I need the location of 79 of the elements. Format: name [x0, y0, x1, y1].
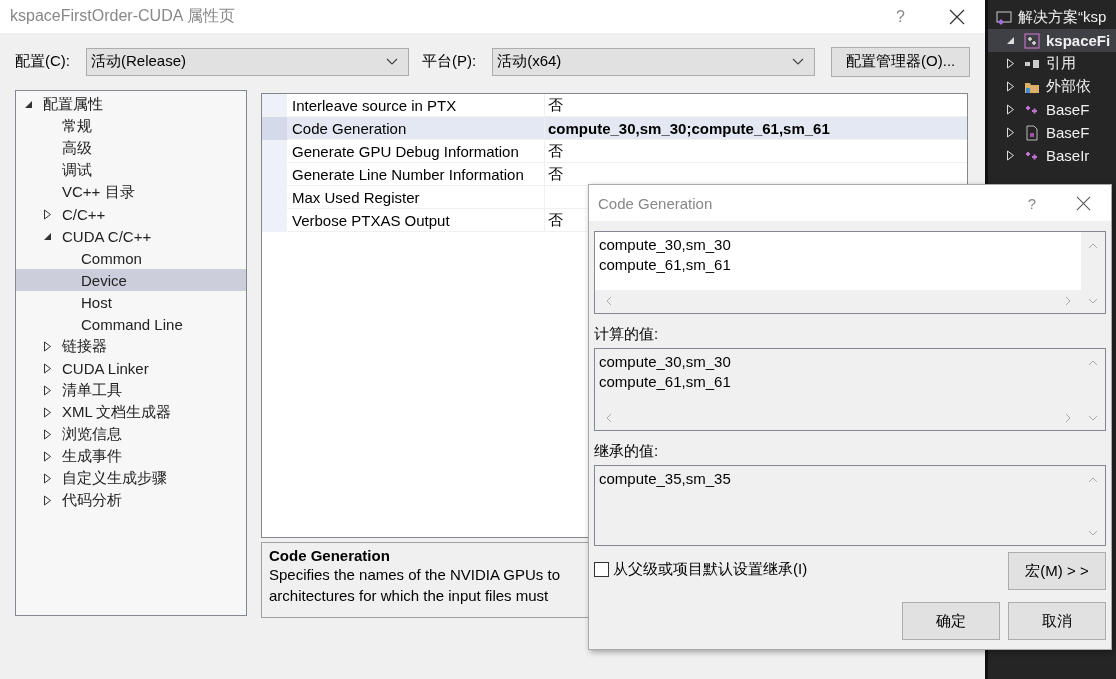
solution-item[interactable]: 外部依 [988, 75, 1116, 98]
description-title: Code Generation [269, 547, 391, 564]
solution-item[interactable]: 解决方案“ksp [988, 6, 1116, 29]
tree-item[interactable]: Common [16, 247, 246, 269]
tree-item[interactable]: 配置属性 [16, 93, 246, 115]
ok-button[interactable]: 确定 [902, 602, 1000, 640]
property-row[interactable]: Generate GPU Debug Information 否 [262, 140, 967, 163]
expanded-arrow-icon[interactable] [1005, 36, 1015, 45]
project-icon [1024, 32, 1040, 49]
property-name: Interleave source in PTX [287, 93, 545, 117]
platform-dropdown[interactable]: 活动(x64) [492, 47, 816, 76]
field-text: compute_35,sm_35 [598, 469, 732, 489]
property-name: Max Used Register [287, 185, 545, 209]
file-icon [1024, 124, 1040, 141]
tree-item[interactable]: VC++ 目录 [16, 181, 246, 203]
chevron-icon [792, 57, 805, 66]
property-name: Generate Line Number Information [287, 162, 545, 186]
dialog-title: Code Generation [598, 194, 714, 212]
help-button[interactable]: ? [896, 7, 905, 26]
config-label: 配置(C): [15, 52, 70, 71]
tree-item[interactable]: CUDA Linker [16, 357, 246, 379]
description-text: Specifies the names of the NVIDIA GPUs to architectures for which the input files must [269, 565, 561, 606]
macro-button[interactable]: 宏(M) > > [1008, 552, 1106, 590]
tree-item[interactable]: 链接器 [16, 335, 246, 357]
close-icon[interactable] [949, 8, 965, 25]
collapsed-arrow-icon[interactable] [43, 450, 52, 462]
tree-item[interactable]: 清单工具 [16, 379, 246, 401]
tree-item[interactable]: C/C++ [16, 203, 246, 225]
checkbox[interactable] [594, 562, 609, 577]
property-name: Generate GPU Debug Information [287, 139, 545, 163]
solution-item[interactable]: 引用 [988, 52, 1116, 75]
collapsed-arrow-icon[interactable] [43, 428, 52, 440]
tree-item[interactable]: Host [16, 291, 246, 313]
solution-item[interactable]: BaseIr [988, 144, 1116, 167]
collapsed-arrow-icon[interactable] [43, 362, 52, 374]
collapsed-arrow-icon[interactable] [43, 340, 52, 352]
tree-item[interactable]: 常规 [16, 115, 246, 137]
solution-icon [996, 9, 1012, 26]
property-name: Code Generation [287, 116, 545, 140]
checkbox-label[interactable]: 从父级或项目默认设置继承(I) [613, 560, 808, 579]
tree-item[interactable]: 调试 [16, 159, 246, 181]
property-value: 否 [547, 141, 563, 161]
property-name: Verbose PTXAS Output [287, 208, 545, 232]
field-text: compute_30,sm_30 compute_61,sm_61 [595, 232, 1081, 290]
expanded-arrow-icon[interactable] [24, 99, 33, 109]
tree-item[interactable]: 高级 [16, 137, 246, 159]
chevron-icon [386, 57, 398, 66]
property-value: 否 [547, 95, 563, 115]
platform-label: 平台(P): [422, 52, 477, 71]
close-icon[interactable] [1076, 195, 1091, 211]
property-value: 否 [547, 164, 563, 184]
property-row[interactable]: Code Generation compute_30,sm_30;compute_61,sm_61 [262, 117, 967, 140]
collapsed-arrow-icon[interactable] [43, 494, 52, 506]
property-value: compute_30,sm_30;compute_61,sm_61 [547, 119, 830, 137]
tree-item[interactable]: 生成事件 [16, 445, 246, 467]
expanded-arrow-icon[interactable] [43, 231, 52, 241]
solution-item[interactable]: kspaceFi [988, 29, 1116, 52]
config-dropdown[interactable]: 活动(Release) [86, 47, 409, 76]
collapsed-arrow-icon[interactable] [43, 208, 52, 220]
collapsed-arrow-icon[interactable] [43, 472, 52, 484]
collapsed-arrow-icon[interactable] [43, 406, 52, 418]
cancel-button[interactable]: 取消 [1008, 602, 1106, 640]
tree-item[interactable]: 浏览信息 [16, 423, 246, 445]
property-value: 否 [547, 210, 563, 230]
tree-item[interactable]: 代码分析 [16, 489, 246, 511]
tree-item[interactable]: 自定义生成步骤 [16, 467, 246, 489]
tree-item[interactable]: Device [16, 269, 246, 291]
field-text: compute_30,sm_30 compute_61,sm_61 [598, 352, 732, 392]
tree-item[interactable]: Command Line [16, 313, 246, 335]
window-title: kspaceFirstOrder-CUDA 属性页 [10, 6, 236, 26]
tree-item[interactable]: XML 文档生成器 [16, 401, 246, 423]
solution-item[interactable]: BaseF [988, 121, 1116, 144]
tree-item[interactable]: CUDA C/C++ [16, 225, 246, 247]
config-manager-button[interactable]: 配置管理器(O)... [831, 46, 971, 77]
solution-item[interactable]: BaseF [988, 98, 1116, 121]
help-button[interactable]: ? [1027, 194, 1036, 212]
inherited-label: 继承的值: [594, 441, 660, 461]
computed-label: 计算的值: [594, 324, 660, 344]
collapsed-arrow-icon[interactable] [43, 384, 52, 396]
